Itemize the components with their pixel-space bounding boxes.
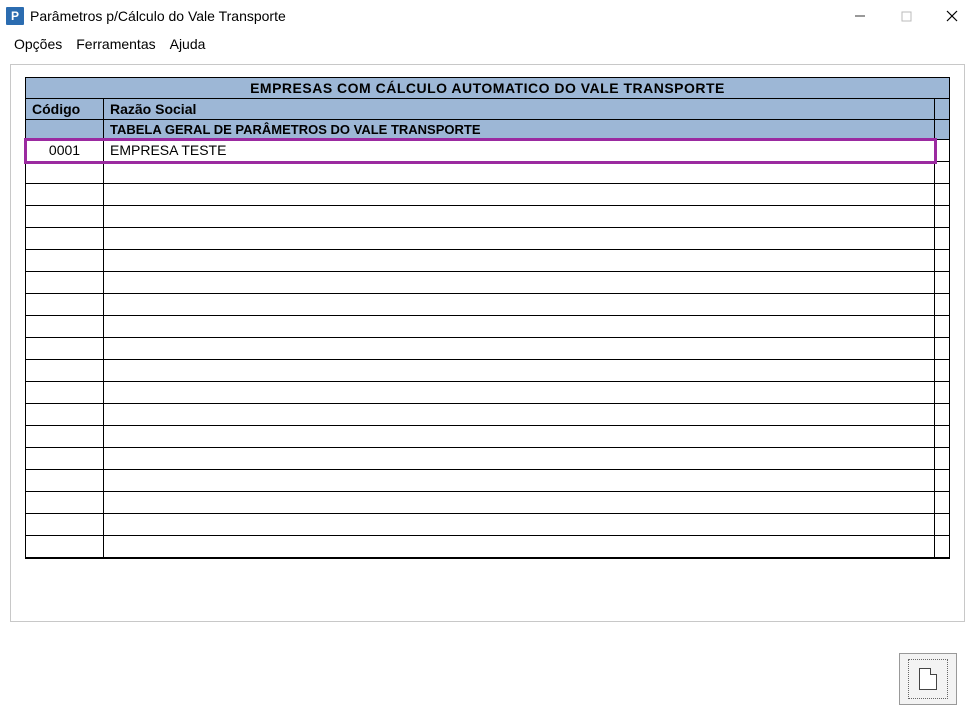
app-icon: P: [6, 7, 24, 25]
scroll-gutter-row: [935, 316, 949, 338]
table-wrap: EMPRESAS COM CÁLCULO AUTOMATICO DO VALE …: [25, 77, 950, 559]
scroll-gutter-row: [935, 382, 949, 404]
table-cell-empty[interactable]: [26, 228, 104, 250]
scroll-gutter-row: [935, 426, 949, 448]
table-cell-empty[interactable]: [26, 294, 104, 316]
table-cell-empty[interactable]: [104, 272, 935, 294]
scroll-gutter-row: [935, 228, 949, 250]
scroll-gutter-row: [935, 360, 949, 382]
col-header-codigo[interactable]: Código: [26, 99, 104, 120]
table-cell-empty[interactable]: [104, 294, 935, 316]
table-cell-empty[interactable]: [104, 228, 935, 250]
table-cell-empty[interactable]: [104, 404, 935, 426]
scroll-gutter-row: [935, 536, 949, 558]
menubar: Opções Ferramentas Ajuda: [0, 32, 975, 58]
document-icon: [919, 668, 937, 690]
scroll-gutter-row: [935, 448, 949, 470]
menu-opcoes[interactable]: Opções: [14, 36, 62, 52]
new-button[interactable]: [899, 653, 957, 705]
table-cell-empty[interactable]: [104, 426, 935, 448]
table-cell-empty[interactable]: [104, 536, 935, 558]
data-grid[interactable]: Código Razão Social TABELA GERAL DE PARÂ…: [26, 99, 949, 558]
table-cell-empty[interactable]: [26, 338, 104, 360]
minimize-button[interactable]: [837, 0, 883, 32]
scroll-gutter-row: [935, 492, 949, 514]
table-cell-empty[interactable]: [104, 250, 935, 272]
scroll-gutter-row: [935, 514, 949, 536]
table-cell-empty[interactable]: [26, 470, 104, 492]
window-title: Parâmetros p/Cálculo do Vale Transporte: [30, 8, 286, 24]
scroll-gutter-row: [935, 184, 949, 206]
content-panel: EMPRESAS COM CÁLCULO AUTOMATICO DO VALE …: [10, 64, 965, 622]
col-header-razao[interactable]: Razão Social: [104, 99, 935, 120]
table-cell-empty[interactable]: [26, 426, 104, 448]
table-cell-empty[interactable]: [104, 206, 935, 228]
table-cell-empty[interactable]: [26, 536, 104, 558]
scroll-gutter-row: [935, 272, 949, 294]
scroll-gutter-row: [935, 140, 949, 162]
scroll-gutter-row: [935, 338, 949, 360]
maximize-button[interactable]: [883, 0, 929, 32]
window-controls: [837, 0, 975, 32]
table-cell-empty[interactable]: [104, 316, 935, 338]
table-cell-empty[interactable]: [26, 360, 104, 382]
table-cell-empty[interactable]: [26, 404, 104, 426]
subheader-codigo-blank: [26, 120, 104, 140]
table-cell-empty[interactable]: [26, 382, 104, 404]
table-cell-empty[interactable]: [26, 514, 104, 536]
table-cell-empty[interactable]: [104, 162, 935, 184]
scroll-gutter-top: [935, 99, 949, 120]
scroll-gutter-row: [935, 162, 949, 184]
table-cell-empty[interactable]: [104, 470, 935, 492]
table-cell-empty[interactable]: [104, 492, 935, 514]
table-title: EMPRESAS COM CÁLCULO AUTOMATICO DO VALE …: [26, 78, 949, 99]
table-cell-empty[interactable]: [104, 448, 935, 470]
scroll-gutter-row: [935, 470, 949, 492]
table-row[interactable]: 0001 EMPRESA TESTE: [26, 140, 935, 162]
scroll-gutter-sub: [935, 120, 949, 140]
table-cell-empty[interactable]: [26, 250, 104, 272]
scroll-gutter-row: [935, 294, 949, 316]
table-cell-empty[interactable]: [26, 272, 104, 294]
table-cell-empty[interactable]: [104, 514, 935, 536]
table-cell-empty[interactable]: [26, 162, 104, 184]
table-cell-empty[interactable]: [104, 338, 935, 360]
close-button[interactable]: [929, 0, 975, 32]
table-cell-empty[interactable]: [104, 382, 935, 404]
menu-ajuda[interactable]: Ajuda: [170, 36, 206, 52]
table-cell-empty[interactable]: [26, 206, 104, 228]
new-button-focus-ring: [908, 659, 948, 699]
table-cell-empty[interactable]: [26, 184, 104, 206]
table-cell-empty[interactable]: [26, 448, 104, 470]
subheader-text: TABELA GERAL DE PARÂMETROS DO VALE TRANS…: [104, 120, 935, 140]
menu-ferramentas[interactable]: Ferramentas: [76, 36, 155, 52]
table-cell-empty[interactable]: [26, 492, 104, 514]
bottom-area: [0, 622, 975, 717]
table-cell-empty[interactable]: [26, 316, 104, 338]
cell-razao[interactable]: EMPRESA TESTE: [104, 140, 935, 162]
scroll-gutter-row: [935, 206, 949, 228]
cell-codigo[interactable]: 0001: [26, 140, 104, 162]
scroll-gutter-row: [935, 404, 949, 426]
table-cell-empty[interactable]: [104, 360, 935, 382]
scroll-gutter-row: [935, 250, 949, 272]
titlebar: P Parâmetros p/Cálculo do Vale Transport…: [0, 0, 975, 32]
table-cell-empty[interactable]: [104, 184, 935, 206]
